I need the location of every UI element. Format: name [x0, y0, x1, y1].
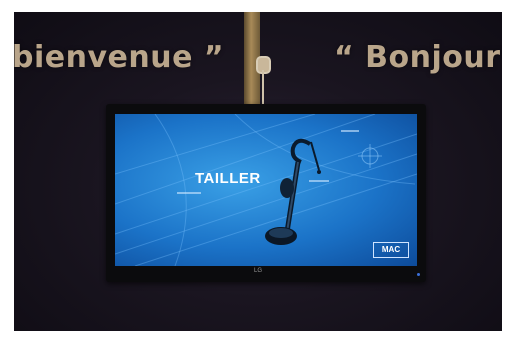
crosshair-icon	[358, 144, 382, 168]
photo: bienvenue ” “ Bonjour TAILLER MAC LG	[14, 12, 502, 331]
tv-brand-logo: LG	[254, 268, 263, 274]
television: TAILLER MAC LG	[106, 104, 426, 282]
screen-background-graphics	[115, 114, 417, 266]
power-led	[417, 273, 420, 276]
screen-brand-logo: MAC	[373, 242, 409, 258]
wall-welcome-text-left: bienvenue ”	[14, 40, 225, 75]
screen-title: TAILLER	[195, 170, 261, 187]
tv-screen: TAILLER MAC	[115, 114, 417, 266]
wall-welcome-text-right: “ Bonjour	[334, 40, 501, 75]
string-trimmer-icon	[265, 138, 321, 245]
